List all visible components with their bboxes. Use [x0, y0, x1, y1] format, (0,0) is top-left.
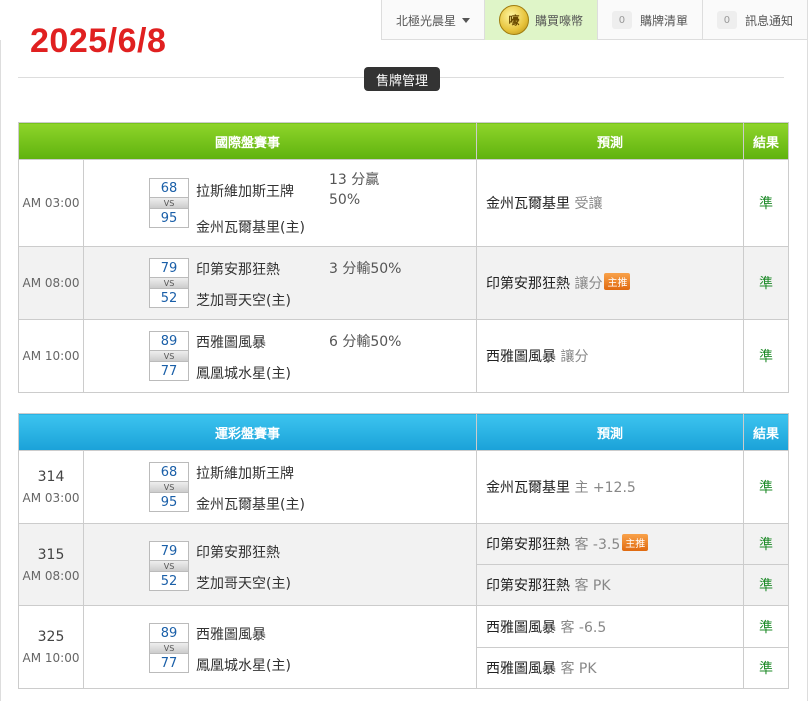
date-stamp: 2025/6/8 — [30, 22, 167, 60]
prediction: 西雅圖風暴 客 PK — [476, 647, 745, 689]
prediction: 西雅圖風暴 讓分 — [476, 319, 745, 393]
spread-result: 6 分輸50% — [329, 334, 402, 350]
result: 準 — [743, 450, 790, 524]
result: 準 — [743, 647, 790, 689]
home-team: 芝加哥天空(主) — [196, 293, 291, 309]
coin-icon: 嚎 — [498, 5, 529, 35]
home-team: 鳳凰城水星(主) — [196, 658, 291, 674]
result: 準 — [743, 564, 790, 606]
spread-result: 13 分贏 50% — [329, 172, 380, 208]
vs-label: VS — [149, 643, 189, 653]
home-team: 金州瓦爾基里(主) — [196, 220, 305, 236]
score-box: 79 VS 52 — [149, 541, 189, 591]
score-box: 68 VS 95 — [149, 462, 189, 512]
purchase-list-button[interactable]: 0 購牌清單 — [598, 0, 703, 40]
result: 準 — [743, 523, 790, 565]
result: 準 — [743, 319, 790, 393]
away-team: 拉斯維加斯王牌 — [196, 184, 294, 200]
home-score: 77 — [149, 653, 189, 673]
prediction: 印第安那狂熱 客 -3.5 主推 — [476, 523, 745, 565]
intl-events-header: 國際盤賽事 — [17, 122, 478, 160]
away-team: 印第安那狂熱 — [196, 262, 280, 278]
away-score: 68 — [149, 462, 189, 482]
section-title-button[interactable]: 售牌管理 — [364, 67, 440, 91]
home-score: 95 — [149, 208, 189, 228]
lottery-prediction-header: 預測 — [476, 413, 745, 451]
caret-down-icon — [461, 17, 470, 23]
result: 準 — [743, 159, 790, 247]
prediction: 印第安那狂熱 客 PK — [476, 564, 745, 606]
featured-badge: 主推 — [604, 273, 631, 290]
purchase-list-label: 購牌清單 — [639, 13, 688, 28]
prediction: 西雅圖風暴 客 -6.5 — [476, 605, 745, 648]
match-time: 325 AM 10:00 — [18, 605, 84, 689]
away-team: 拉斯維加斯王牌 — [196, 466, 294, 482]
prediction: 金州瓦爾基里 主 +12.5 — [476, 450, 745, 524]
score-box: 79 VS 52 — [149, 258, 189, 308]
purchase-list-count: 0 — [611, 11, 632, 29]
buy-coins-label: 購買嚎幣 — [534, 13, 583, 28]
home-score: 95 — [149, 492, 189, 512]
table-row: AM 10:00 89 VS 77 西雅圖風暴 鳳凰城水星(主) 6 分輸50%… — [18, 319, 790, 393]
away-score: 68 — [149, 178, 189, 198]
away-score: 79 — [149, 541, 189, 561]
away-score: 89 — [149, 623, 189, 643]
buy-coins-button[interactable]: 嚎 購買嚎幣 — [484, 0, 598, 40]
vs-label: VS — [149, 351, 189, 361]
game-number: 314 — [37, 469, 65, 485]
home-score: 52 — [149, 571, 189, 591]
away-team: 印第安那狂熱 — [196, 545, 280, 561]
home-score: 77 — [149, 361, 189, 381]
top-nav: 北極光晨星 嚎 購買嚎幣 0 購牌清單 0 訊息通知 — [380, 0, 808, 40]
home-team: 金州瓦爾基里(主) — [196, 497, 305, 513]
match-time: AM 08:00 — [18, 246, 84, 320]
table-row: AM 08:00 79 VS 52 印第安那狂熱 芝加哥天空(主) 3 分輸50… — [18, 246, 790, 320]
international-table: 國際盤賽事 預測 結果 AM 03:00 68 VS 95 拉斯維加斯王牌 金州… — [17, 122, 790, 393]
home-team: 芝加哥天空(主) — [196, 576, 291, 592]
prediction: 金州瓦爾基里 受讓 — [476, 159, 745, 247]
match-time: AM 10:00 — [18, 319, 84, 393]
home-team: 鳳凰城水星(主) — [196, 366, 291, 382]
away-team: 西雅圖風暴 — [196, 627, 266, 643]
vs-label: VS — [149, 198, 189, 208]
match-time: AM 03:00 — [18, 159, 84, 247]
score-box: 89 VS 77 — [149, 331, 189, 381]
home-score: 52 — [149, 288, 189, 308]
notifications-button[interactable]: 0 訊息通知 — [703, 0, 808, 40]
region-label: 北極光晨星 — [395, 13, 456, 28]
away-score: 89 — [149, 331, 189, 351]
table-row: 314 AM 03:00 68 VS 95 拉斯維加斯王牌 金州瓦爾基里(主) 金… — [18, 450, 790, 524]
spread-result: 3 分輸50% — [329, 261, 402, 277]
match-time: 314 AM 03:00 — [18, 450, 84, 524]
table-row: AM 03:00 68 VS 95 拉斯維加斯王牌 金州瓦爾基里(主) 13 分… — [18, 159, 790, 247]
away-team: 西雅圖風暴 — [196, 335, 266, 351]
result: 準 — [743, 605, 790, 648]
notifications-label: 訊息通知 — [744, 13, 793, 28]
result: 準 — [743, 246, 790, 320]
game-number: 325 — [37, 629, 65, 645]
region-dropdown[interactable]: 北極光晨星 — [382, 0, 485, 40]
vs-label: VS — [149, 561, 189, 571]
table-row: 315 AM 08:00 79 VS 52 印第安那狂熱 芝加哥天空(主) 印第安… — [18, 523, 790, 606]
match-time: 315 AM 08:00 — [18, 523, 84, 606]
away-score: 79 — [149, 258, 189, 278]
lottery-events-header: 運彩盤賽事 — [17, 413, 478, 451]
table-row: 325 AM 10:00 89 VS 77 西雅圖風暴 鳳凰城水星(主) 西雅圖風… — [18, 605, 790, 689]
game-number: 315 — [37, 546, 65, 563]
lottery-result-header: 結果 — [743, 413, 790, 451]
intl-prediction-header: 預測 — [476, 122, 745, 160]
featured-badge: 主推 — [622, 534, 649, 551]
lottery-table: 運彩盤賽事 預測 結果 314 AM 03:00 68 VS 95 拉斯維加斯王牌… — [17, 413, 790, 689]
intl-result-header: 結果 — [743, 122, 790, 160]
notifications-count: 0 — [716, 11, 737, 29]
score-box: 68 VS 95 — [149, 178, 189, 228]
vs-label: VS — [149, 482, 189, 492]
prediction: 印第安那狂熱 讓分 主推 — [476, 246, 745, 320]
score-box: 89 VS 77 — [149, 623, 189, 673]
vs-label: VS — [149, 278, 189, 288]
